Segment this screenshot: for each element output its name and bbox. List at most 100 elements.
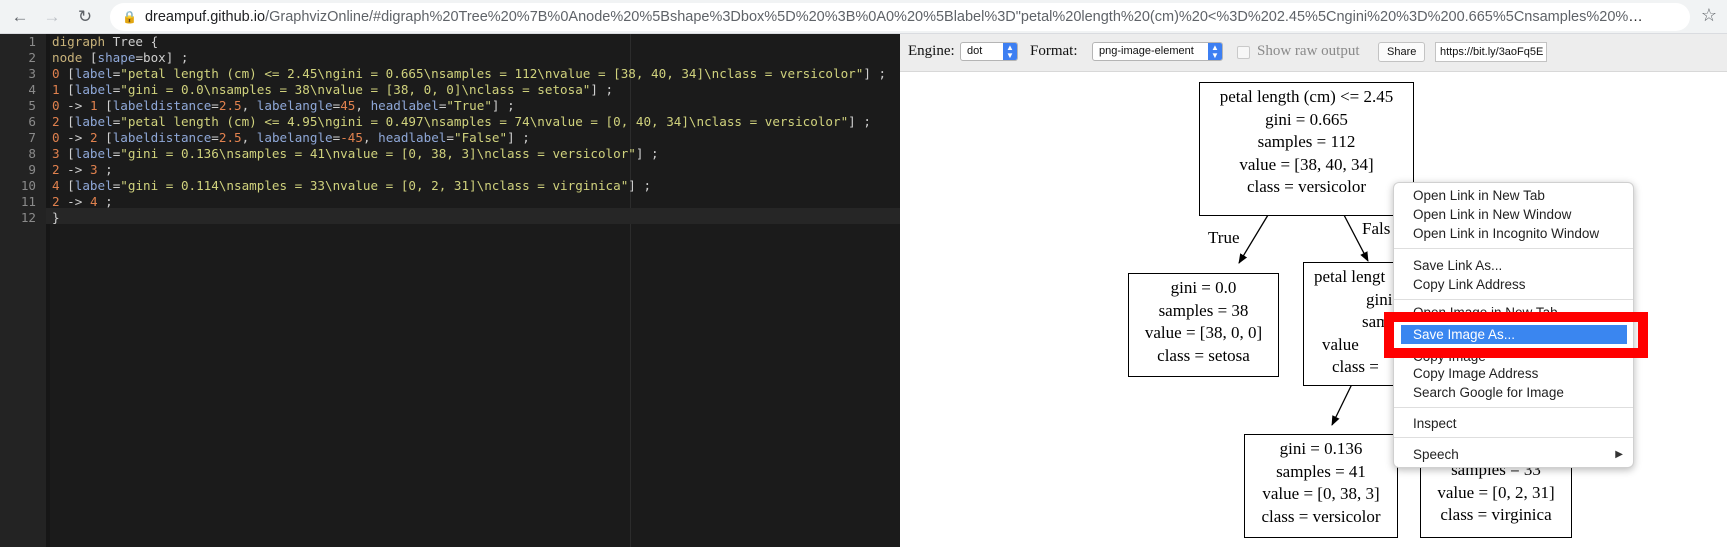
code-token: "True" bbox=[446, 98, 492, 113]
code-token: [ bbox=[59, 146, 75, 161]
code-token: 4 bbox=[52, 178, 60, 193]
code-token: [ bbox=[97, 130, 113, 145]
code-line: 2 [label="petal length (cm) <= 4.95\ngin… bbox=[52, 114, 871, 130]
menu-item-inspect[interactable]: Inspect bbox=[1394, 414, 1633, 433]
code-token: 0 bbox=[52, 130, 60, 145]
code-token: -> bbox=[59, 162, 90, 177]
code-token: label bbox=[74, 66, 113, 81]
code-line: 0 [label="petal length (cm) <= 2.45\ngin… bbox=[52, 66, 886, 82]
code-token: label bbox=[74, 146, 113, 161]
code-token: [ bbox=[59, 82, 75, 97]
code-editor[interactable]: digraph Tree {node [shape=box] ; 0 [label… bbox=[0, 34, 900, 547]
code-token: node bbox=[52, 50, 83, 65]
code-line: node [shape=box] ; bbox=[52, 50, 189, 66]
code-token: ; bbox=[97, 162, 113, 177]
code-token: 1 bbox=[89, 98, 98, 113]
menu-separator bbox=[1394, 407, 1633, 408]
code-token: [ bbox=[82, 50, 98, 65]
code-token: -> bbox=[59, 130, 90, 145]
tree-node-3: gini = 0.136 samples = 41 value = [0, 38… bbox=[1244, 434, 1398, 538]
code-token: "gini = 0.114\nsamples = 33\nvalue = [0,… bbox=[120, 178, 629, 193]
line-number: 3 bbox=[28, 66, 36, 81]
menu-item-open-link-new-tab[interactable]: Open Link in New Tab bbox=[1394, 186, 1633, 205]
address-bar[interactable]: 🔒 dreampuf.github.io/GraphvizOnline/#dig… bbox=[110, 3, 1690, 31]
code-token: "gini = 0.0\nsamples = 38\nvalue = [38, … bbox=[120, 82, 591, 97]
menu-item-speech[interactable]: Speech ▶ bbox=[1394, 445, 1633, 464]
node-line: samples = 41 bbox=[1276, 461, 1366, 481]
code-token: headlabel bbox=[378, 130, 447, 145]
node-line: value = [0, 38, 3] bbox=[1262, 484, 1380, 503]
edge-0-1 bbox=[1238, 214, 1269, 264]
reload-icon[interactable]: ↻ bbox=[73, 5, 97, 29]
code-token: digraph bbox=[52, 34, 106, 49]
code-token: 0 bbox=[52, 66, 60, 81]
code-token: [ bbox=[59, 178, 75, 193]
code-token: [ bbox=[59, 66, 75, 81]
code-token: ] ; bbox=[848, 114, 871, 129]
line-number: 9 bbox=[28, 162, 36, 177]
code-token: 1 bbox=[52, 82, 60, 97]
code-token: , bbox=[241, 98, 257, 113]
code-line: 1 [label="gini = 0.0\nsamples = 38\nvalu… bbox=[52, 82, 613, 98]
back-arrow-icon[interactable]: ← bbox=[8, 5, 32, 29]
line-number: 6 bbox=[28, 114, 36, 129]
edge-label-true: True bbox=[1208, 228, 1240, 247]
node-line: gini = 0.0 bbox=[1170, 278, 1237, 297]
node-line: value = [38, 0, 0] bbox=[1144, 323, 1263, 342]
code-line: } bbox=[52, 210, 60, 226]
code-token: ] ; bbox=[507, 130, 530, 145]
gutter-divider bbox=[46, 34, 50, 547]
code-token: labelangle bbox=[256, 130, 333, 145]
lock-icon: 🔒 bbox=[122, 10, 137, 24]
forward-arrow-icon[interactable]: → bbox=[40, 5, 64, 29]
code-line: 4 [label="gini = 0.114\nsamples = 33\nva… bbox=[52, 178, 651, 194]
edge-2-3 bbox=[1331, 383, 1353, 426]
line-number: 7 bbox=[28, 130, 36, 145]
code-token: -> bbox=[59, 194, 90, 209]
code-token: labeldistance bbox=[112, 130, 212, 145]
code-token: 4 bbox=[89, 194, 98, 209]
line-number: 4 bbox=[28, 82, 36, 97]
menu-item-copy-image-address[interactable]: Copy Image Address bbox=[1394, 364, 1633, 383]
bookmark-star-icon[interactable]: ☆ bbox=[1701, 5, 1717, 26]
node-line: class = virginica bbox=[1440, 505, 1552, 524]
code-token: 2.5 bbox=[218, 130, 242, 145]
menu-separator bbox=[1394, 437, 1633, 438]
url-path: /GraphvizOnline/#digraph%20Tree%20%7B%0A… bbox=[265, 9, 1645, 25]
node-line: value = [0, 2, 31] bbox=[1437, 482, 1555, 502]
code-line: 2 -> 3 ; bbox=[52, 162, 113, 178]
node-line: class = setosa bbox=[1157, 345, 1250, 365]
code-token: , bbox=[241, 130, 257, 145]
code-token: labelangle bbox=[256, 98, 333, 113]
highlight-annotation-box bbox=[1384, 312, 1648, 358]
menu-item-copy-link-address[interactable]: Copy Link Address bbox=[1394, 275, 1633, 294]
menu-item-open-link-incognito[interactable]: Open Link in Incognito Window bbox=[1394, 224, 1633, 243]
code-token: , bbox=[362, 130, 379, 145]
code-line: 0 -> 1 [labeldistance=2.5, labelangle=45… bbox=[52, 98, 515, 114]
code-line: 3 [label="gini = 0.136\nsamples = 41\nva… bbox=[52, 146, 659, 162]
code-token: [ bbox=[59, 114, 75, 129]
code-token: "gini = 0.136\nsamples = 41\nvalue = [0,… bbox=[120, 146, 636, 161]
line-number: 1 bbox=[28, 34, 36, 49]
menu-item-search-google-image[interactable]: Search Google for Image bbox=[1394, 383, 1633, 402]
node-line: class = versicolor bbox=[1261, 506, 1381, 526]
code-token: = bbox=[211, 130, 219, 145]
menu-item-save-link-as[interactable]: Save Link As... bbox=[1394, 256, 1633, 275]
code-token: ] ; bbox=[590, 82, 614, 97]
code-token: shape bbox=[97, 50, 136, 65]
code-token: -45 bbox=[340, 130, 363, 145]
menu-item-open-link-new-window[interactable]: Open Link in New Window bbox=[1394, 205, 1633, 224]
line-number: 8 bbox=[28, 146, 36, 161]
code-token: 2 bbox=[52, 194, 60, 209]
code-token: 2 bbox=[52, 114, 60, 129]
code-token: label bbox=[74, 178, 113, 193]
code-token: 3 bbox=[52, 146, 60, 161]
code-token: 0 bbox=[52, 98, 60, 113]
code-token: 2 bbox=[89, 130, 98, 145]
code-token: ; bbox=[97, 194, 113, 209]
browser-toolbar: ← → ↻ 🔒 dreampuf.github.io/GraphvizOnlin… bbox=[0, 0, 1727, 34]
code-token: , bbox=[355, 98, 371, 113]
code-line: 0 -> 2 [labeldistance=2.5, labelangle=-4… bbox=[52, 130, 530, 146]
node-line: samples = 112 bbox=[1257, 132, 1356, 151]
node-line: samples = 38 bbox=[1158, 300, 1249, 320]
